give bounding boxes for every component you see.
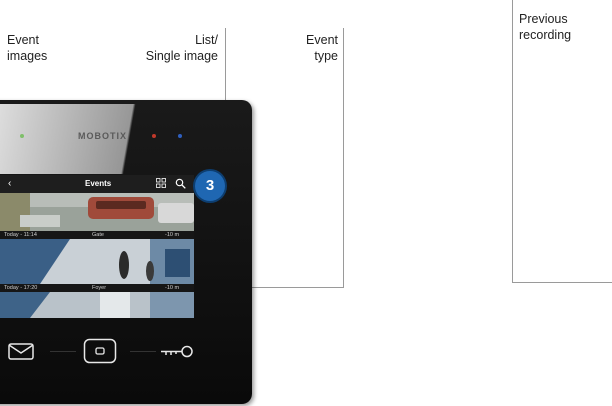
event-caption-gate[interactable]: Today - 11:14 Gate -10 m: [0, 231, 194, 239]
key-icon[interactable]: [160, 343, 194, 360]
leader-line-prev-horizontal: [512, 282, 612, 283]
callout-list-single-image: List/ Single image: [145, 33, 218, 63]
screen-title: Events: [85, 179, 112, 188]
event-time: Today - 11:14: [4, 232, 37, 238]
status-led-blue: [178, 134, 182, 138]
event-type: Gate: [92, 232, 104, 238]
event-caption-foyer[interactable]: Today - 17:20 Foyer -10 m: [0, 284, 194, 292]
event-image-gate[interactable]: [0, 193, 194, 231]
event-image-foyer[interactable]: [0, 239, 194, 284]
callout-previous-recording: Previous recording: [519, 12, 572, 42]
event-image-partial[interactable]: [0, 292, 194, 318]
callout-event-type: Event type: [306, 33, 338, 63]
brand-logo: MOBOTIX: [78, 131, 127, 141]
status-led-green: [20, 134, 24, 138]
event-ago: -10 m: [165, 285, 180, 291]
device-screen: ‹ Events Today - 11:14 Gate -10 m Today …: [0, 175, 194, 318]
leader-line-prev-vertical: [512, 0, 513, 283]
control-separator-left: [50, 351, 76, 352]
callout-event-images: Event images: [7, 33, 48, 63]
event-ago: -10 m: [165, 232, 180, 238]
control-separator-right: [130, 351, 156, 352]
grid-view-icon[interactable]: [156, 178, 166, 188]
events-header: ‹ Events: [0, 175, 194, 193]
mail-icon[interactable]: [8, 343, 34, 360]
event-time: Today - 17:20: [4, 285, 38, 291]
search-icon[interactable]: [175, 178, 186, 189]
status-led-red: [152, 134, 156, 138]
event-type: Foyer: [92, 285, 107, 291]
back-chevron-icon[interactable]: ‹: [8, 178, 11, 189]
home-button-icon[interactable]: [83, 338, 117, 364]
step-badge: 3: [195, 171, 225, 201]
leader-line-type-vertical: [343, 28, 344, 288]
